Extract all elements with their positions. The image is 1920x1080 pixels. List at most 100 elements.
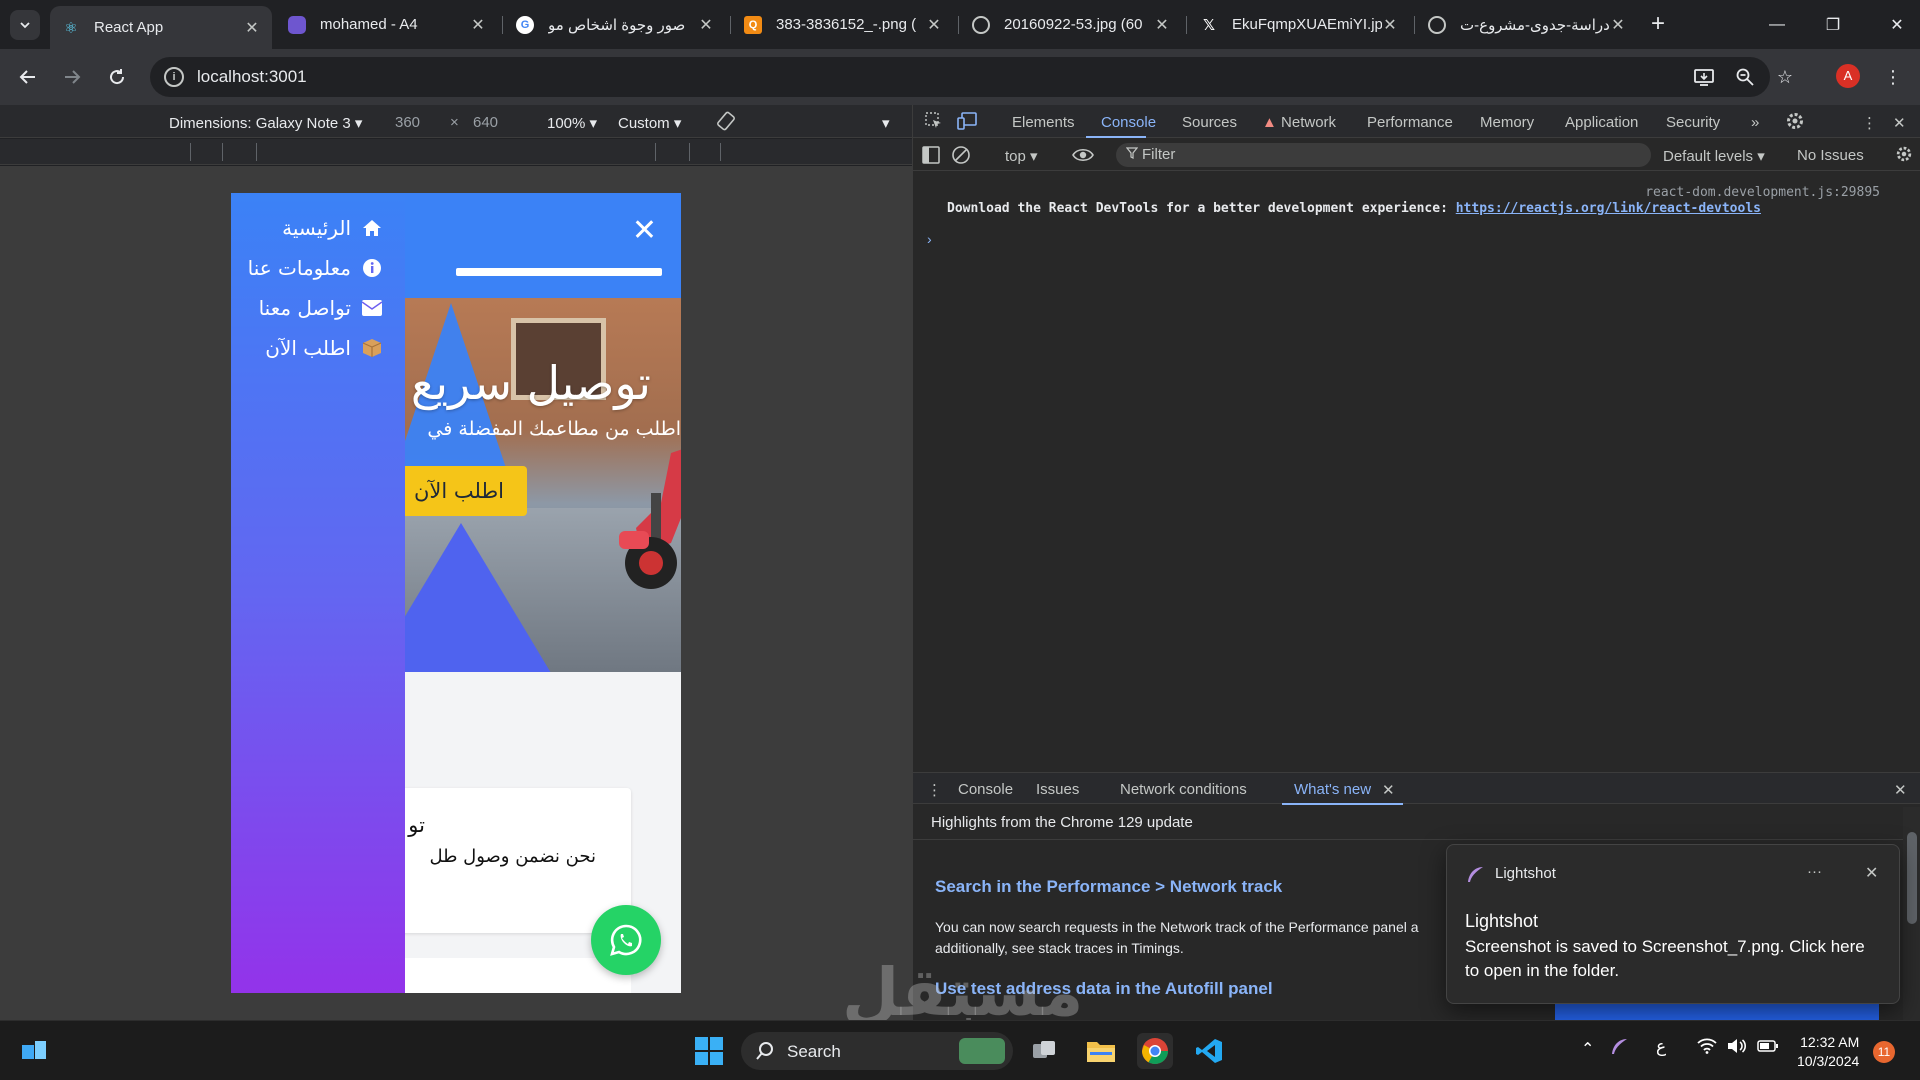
tab-title: React App bbox=[94, 19, 164, 36]
whatsapp-button[interactable] bbox=[591, 905, 661, 975]
sidebar-item-home[interactable]: الرئيسية bbox=[282, 216, 383, 240]
rotate-icon[interactable] bbox=[716, 111, 736, 135]
log-levels-value: Default levels bbox=[1663, 148, 1754, 165]
wifi-icon[interactable] bbox=[1697, 1038, 1717, 1059]
close-drawer-icon[interactable]: ✕ bbox=[1894, 781, 1907, 799]
drawer-tab-network-conditions[interactable]: Network conditions bbox=[1120, 781, 1247, 798]
sidebar-toggle-icon[interactable] bbox=[922, 146, 940, 168]
battery-icon[interactable] bbox=[1757, 1039, 1779, 1058]
kebab-menu-icon[interactable]: ⋮ bbox=[1881, 65, 1905, 89]
sidebar-item-about[interactable]: معلومات عنا bbox=[248, 256, 383, 280]
inspect-element-icon[interactable] bbox=[925, 112, 943, 134]
widgets-icon[interactable] bbox=[16, 1033, 52, 1069]
tab-google-images[interactable]: G صور وجوة اشخاص مو ✕ bbox=[504, 6, 726, 43]
throttle-select[interactable]: Custom ▾ bbox=[618, 114, 681, 132]
show-hidden-icons[interactable]: ⌃ bbox=[1581, 1039, 1594, 1059]
drawer-menu-icon[interactable]: ⋮ bbox=[927, 781, 942, 799]
tab-performance[interactable]: Performance bbox=[1367, 114, 1453, 131]
tab-elements[interactable]: Elements bbox=[1012, 114, 1075, 131]
close-devtools-icon[interactable]: ✕ bbox=[1893, 114, 1906, 132]
tab-jpg[interactable]: 20160922-53.jpg (60 ✕ bbox=[960, 6, 1182, 43]
notification-badge[interactable]: 11 bbox=[1873, 1041, 1895, 1063]
zoom-icon[interactable] bbox=[1733, 65, 1757, 89]
sidebar-item-order[interactable]: اطلب الآن bbox=[265, 336, 383, 360]
bookmark-star-icon[interactable]: ☆ bbox=[1773, 65, 1797, 89]
device-select[interactable]: Dimensions: Galaxy Note 3 ▾ bbox=[169, 114, 362, 132]
start-button[interactable] bbox=[691, 1033, 727, 1069]
close-tab-icon[interactable]: ✕ bbox=[1610, 15, 1626, 35]
log-levels-select[interactable]: Default levels ▾ bbox=[1663, 147, 1765, 165]
console-message-source-link[interactable]: react-dom.development.js:29895 bbox=[1645, 185, 1880, 200]
tab-security[interactable]: Security bbox=[1666, 114, 1720, 131]
tab-console[interactable]: Console bbox=[1101, 114, 1156, 131]
close-tab-icon[interactable]: ✕ bbox=[1382, 15, 1398, 35]
close-tab-icon[interactable]: ✕ bbox=[926, 15, 942, 35]
tab-mohamed[interactable]: mohamed - A4 ✕ bbox=[276, 6, 498, 43]
close-menu-icon[interactable]: ✕ bbox=[632, 216, 657, 246]
device-height-input[interactable]: 640 bbox=[473, 114, 498, 131]
tab-memory[interactable]: Memory bbox=[1480, 114, 1534, 131]
new-tab-button[interactable]: + bbox=[1651, 12, 1665, 36]
lightshot-notification[interactable]: Lightshot ··· ✕ Lightshot Screenshot is … bbox=[1446, 844, 1900, 1004]
restore-button[interactable]: ❐ bbox=[1810, 10, 1856, 40]
whats-new-item-1-title[interactable]: Search in the Performance > Network trac… bbox=[935, 877, 1282, 897]
drawer-tab-whats-new[interactable]: What's new bbox=[1294, 781, 1371, 798]
issues-counter[interactable]: No Issues bbox=[1797, 147, 1864, 164]
close-tab-icon[interactable]: ✕ bbox=[244, 18, 260, 38]
chrome-icon[interactable] bbox=[1137, 1033, 1173, 1069]
close-drawer-tab-icon[interactable]: ✕ bbox=[1382, 781, 1395, 799]
settings-gear-icon[interactable] bbox=[1785, 111, 1805, 135]
tab-feasibility-study[interactable]: دراسة-جدوى-مشروع-ت ✕ bbox=[1416, 6, 1638, 43]
drawer-scrollbar[interactable] bbox=[1903, 807, 1920, 1020]
live-expression-eye-icon[interactable] bbox=[1072, 146, 1094, 168]
close-window-button[interactable]: ✕ bbox=[1874, 10, 1920, 40]
minimize-button[interactable]: — bbox=[1754, 10, 1800, 40]
clear-console-icon[interactable] bbox=[951, 145, 971, 169]
profile-avatar[interactable]: A bbox=[1836, 64, 1860, 88]
drawer-tab-console[interactable]: Console bbox=[958, 781, 1013, 798]
address-bar[interactable]: i localhost:3001 bbox=[150, 57, 1770, 97]
react-devtools-link[interactable]: https://reactjs.org/link/react-devtools bbox=[1456, 201, 1761, 216]
device-options-icon[interactable]: ▾ bbox=[882, 114, 890, 132]
file-explorer-icon[interactable] bbox=[1083, 1033, 1119, 1069]
volume-icon[interactable] bbox=[1727, 1038, 1747, 1059]
url-text[interactable]: localhost:3001 bbox=[197, 67, 307, 87]
input-language[interactable]: ع bbox=[1656, 1037, 1666, 1057]
tab-react-app[interactable]: ⚛ React App ✕ bbox=[50, 6, 272, 49]
zoom-select[interactable]: 100% ▾ bbox=[547, 114, 597, 132]
taskbar-search[interactable]: Search bbox=[741, 1032, 1013, 1070]
more-tabs-icon[interactable]: » bbox=[1751, 114, 1759, 131]
console-prompt[interactable]: › bbox=[927, 231, 932, 247]
tab-x[interactable]: 𝕏 EkuFqmpXUAEmiYI.jp ✕ bbox=[1188, 6, 1410, 43]
hero-order-button[interactable]: اطلب الآن bbox=[391, 466, 527, 516]
close-tab-icon[interactable]: ✕ bbox=[698, 15, 714, 35]
close-tab-icon[interactable]: ✕ bbox=[470, 15, 486, 35]
tab-application[interactable]: Application bbox=[1565, 114, 1638, 131]
console-settings-gear-icon[interactable] bbox=[1895, 145, 1913, 167]
context-select[interactable]: top ▾ bbox=[1005, 147, 1038, 165]
tab-search-button[interactable] bbox=[10, 10, 40, 40]
toast-more-icon[interactable]: ··· bbox=[1807, 863, 1822, 880]
device-width-input[interactable]: 360 bbox=[395, 114, 420, 131]
task-view-icon[interactable] bbox=[1027, 1033, 1063, 1069]
tab-network[interactable]: ▲ Network bbox=[1262, 114, 1336, 131]
system-clock[interactable]: 12:32 AM 10/3/2024 bbox=[1797, 1033, 1859, 1071]
forward-button[interactable] bbox=[58, 63, 86, 91]
sidebar-item-contact[interactable]: تواصل معنا bbox=[259, 296, 383, 320]
zoom-value: 100% bbox=[547, 115, 586, 132]
scrollbar-thumb[interactable] bbox=[1907, 832, 1917, 924]
close-tab-icon[interactable]: ✕ bbox=[1154, 15, 1170, 35]
lightshot-tray-icon[interactable] bbox=[1609, 1037, 1629, 1062]
tab-sources[interactable]: Sources bbox=[1182, 114, 1237, 131]
install-app-icon[interactable] bbox=[1692, 65, 1716, 89]
site-info-icon[interactable]: i bbox=[164, 67, 184, 87]
drawer-tab-issues[interactable]: Issues bbox=[1036, 781, 1079, 798]
toast-close-icon[interactable]: ✕ bbox=[1865, 863, 1878, 883]
devtools-menu-icon[interactable]: ⋮ bbox=[1862, 114, 1877, 132]
console-filter-input[interactable]: Filter bbox=[1116, 143, 1651, 167]
vscode-icon[interactable] bbox=[1191, 1033, 1227, 1069]
tab-png[interactable]: Q 383-3836152_-.png ( ✕ bbox=[732, 6, 954, 43]
back-button[interactable] bbox=[14, 63, 42, 91]
device-toolbar-toggle-icon[interactable] bbox=[957, 112, 977, 134]
reload-button[interactable] bbox=[103, 63, 131, 91]
